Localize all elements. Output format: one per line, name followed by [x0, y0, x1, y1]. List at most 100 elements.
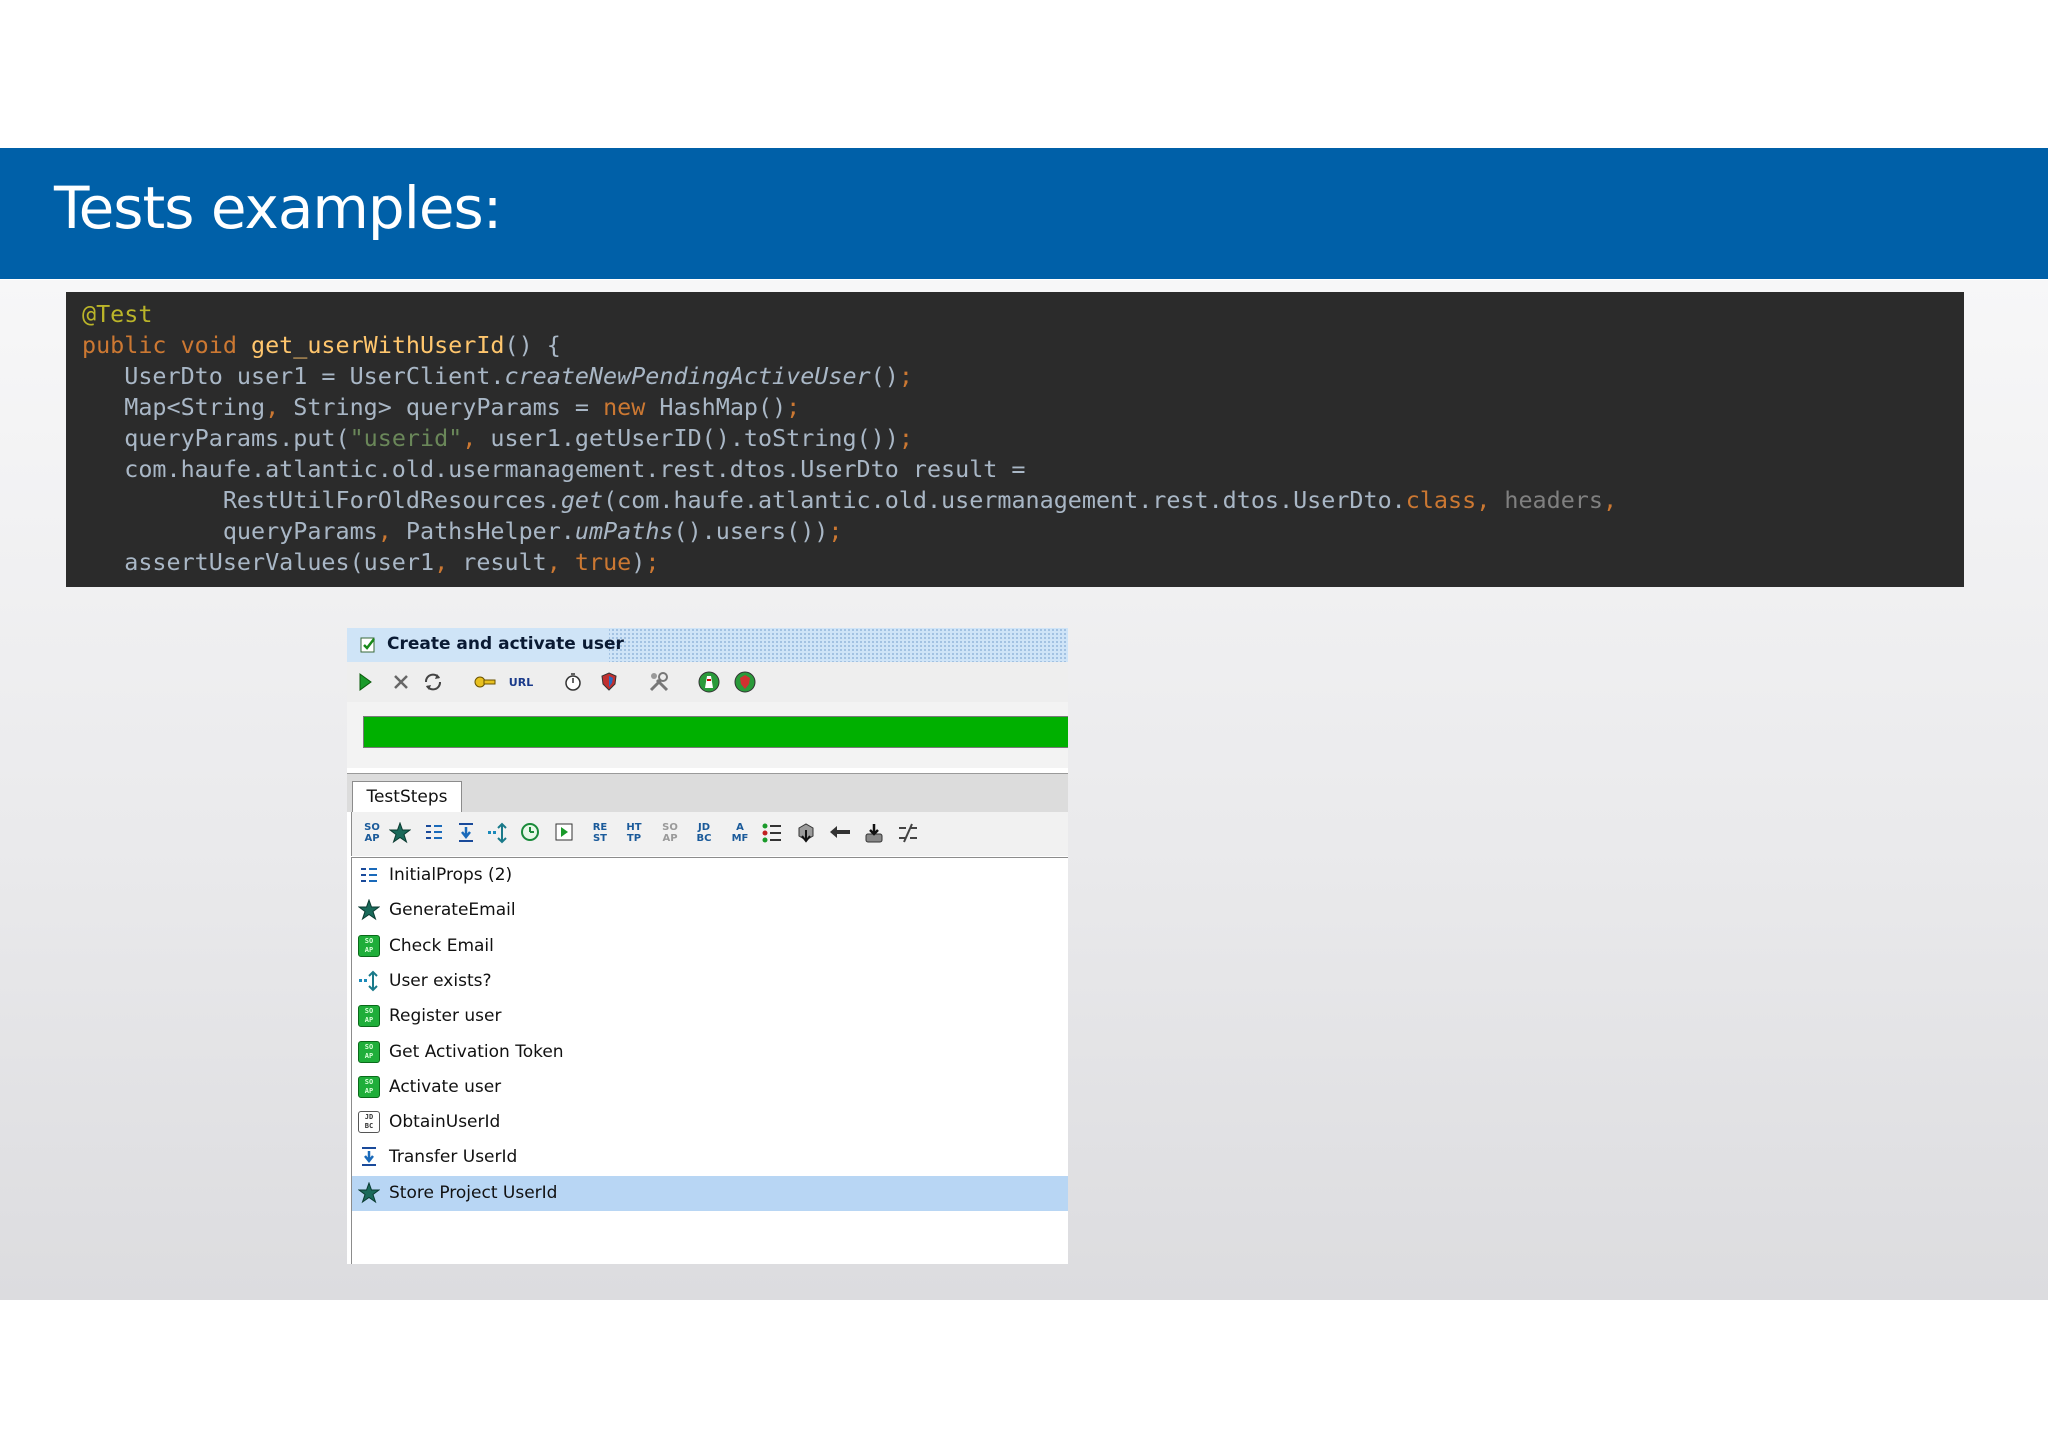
code-token: ,: [434, 548, 463, 576]
add-soap-step-icon[interactable]: SO AP: [360, 822, 384, 846]
teststep-label: GenerateEmail: [389, 900, 516, 921]
code-token: (com.haufe.atlantic.old.usermanagement.r…: [603, 486, 1406, 514]
code-token: get: [560, 486, 604, 514]
options-tools-icon[interactable]: [647, 670, 671, 694]
code-token: ;: [786, 393, 801, 421]
groovy-star-icon: [358, 1181, 380, 1204]
teststep-label: Check Email: [389, 935, 494, 956]
property-transfer-icon: [358, 1146, 380, 1168]
cancel-icon[interactable]: [389, 670, 413, 694]
code-token: (): [870, 362, 899, 390]
teststep-row[interactable]: SO AP Activate user: [352, 1070, 1068, 1105]
slide-title: Tests examples:: [54, 174, 502, 242]
add-receive-step-icon[interactable]: [862, 822, 886, 846]
timer-icon[interactable]: [561, 670, 585, 694]
url-icon[interactable]: URL: [509, 670, 533, 694]
code-line: assertUserValues(user1, result, true);: [82, 547, 659, 578]
teststep-row[interactable]: Transfer UserId: [352, 1140, 1068, 1175]
groovy-star-icon: [358, 899, 380, 921]
security-test-icon[interactable]: [733, 670, 757, 694]
code-token: ,: [265, 393, 294, 421]
teststep-row[interactable]: GenerateEmail: [352, 893, 1068, 928]
properties-icon: [358, 864, 380, 886]
teststep-label: Register user: [389, 1006, 502, 1027]
code-token: ,: [377, 517, 406, 545]
code-token: umPaths: [574, 517, 674, 545]
code-token: result: [462, 548, 547, 576]
add-conditional-icon[interactable]: [896, 822, 920, 846]
code-token: get_userWithUserId: [251, 331, 505, 359]
add-delay-step-icon[interactable]: [518, 822, 542, 846]
teststep-row[interactable]: SO AP Register user: [352, 999, 1068, 1034]
code-token: queryParams: [82, 517, 378, 545]
soapui-testcase-panel: Create and activate user URL TestSteps S…: [347, 628, 1068, 1264]
code-token: ,: [1476, 486, 1505, 514]
code-token: public void: [82, 331, 251, 359]
teststep-row[interactable]: JD BC ObtainUserId: [352, 1105, 1068, 1140]
code-token: com.haufe.atlantic.old.usermanagement.re…: [82, 455, 1026, 483]
code-token: assertUserValues(user1: [82, 548, 435, 576]
code-token: Map<String: [82, 393, 266, 421]
code-token: PathsHelper.: [405, 517, 575, 545]
tab-teststeps[interactable]: TestSteps: [352, 781, 462, 814]
code-token: @Test: [82, 300, 153, 328]
key-icon[interactable]: [473, 670, 497, 694]
add-run-testcase-step-icon[interactable]: [552, 822, 576, 846]
code-token: user1.getUserID().toString()): [490, 424, 899, 452]
add-manual-step-icon[interactable]: [794, 822, 818, 846]
add-groovy-step-icon[interactable]: [388, 821, 412, 846]
code-line: queryParams, PathsHelper.umPaths().users…: [82, 516, 843, 547]
code-token: String> queryParams =: [293, 393, 604, 421]
soap-request-icon: SO AP: [358, 1040, 380, 1063]
code-token: RestUtilForOldResources.: [82, 486, 561, 514]
teststeps-list: InitialProps (2) GenerateEmail SO AP Check E…: [351, 857, 1068, 1264]
loop-icon[interactable]: [421, 670, 445, 694]
code-token: createNewPendingActiveUser: [504, 362, 871, 390]
security-shield-icon[interactable]: [597, 670, 621, 694]
code-token: new: [603, 393, 660, 421]
code-line: public void get_userWithUserId() {: [82, 330, 561, 361]
teststep-row[interactable]: SO AP Get Activation Token: [352, 1035, 1068, 1070]
teststep-row[interactable]: InitialProps (2): [352, 858, 1068, 893]
teststep-row[interactable]: User exists?: [352, 964, 1068, 999]
code-token: UserDto user1 = UserClient.: [82, 362, 505, 390]
add-assertion-list-icon[interactable]: [760, 822, 784, 846]
add-properties-step-icon[interactable]: [422, 822, 446, 846]
jdbc-request-icon: JD BC: [358, 1111, 380, 1134]
progress-area: [347, 702, 1068, 768]
code-line: Map<String, String> queryParams = new Ha…: [82, 392, 800, 423]
teststep-row[interactable]: Store Project UserId: [352, 1175, 1068, 1211]
run-icon[interactable]: [353, 670, 377, 694]
conditional-goto-icon: [358, 970, 380, 992]
teststep-row[interactable]: SO AP Check Email: [352, 929, 1068, 964]
add-amf-step-icon[interactable]: A MF: [728, 822, 752, 846]
add-goto-step-icon[interactable]: [486, 822, 510, 846]
add-http-step-icon[interactable]: HT TP: [622, 822, 646, 846]
code-token: () {: [504, 331, 561, 359]
code-token: ;: [898, 362, 913, 390]
code-token: HashMap(): [659, 393, 787, 421]
code-token: ().users()): [673, 517, 829, 545]
teststep-label: ObtainUserId: [389, 1112, 501, 1133]
teststep-label: Activate user: [389, 1076, 502, 1097]
add-jdbc-step-icon[interactable]: JD BC: [692, 822, 716, 846]
code-token: class: [1405, 486, 1477, 514]
teststep-label: Transfer UserId: [389, 1147, 518, 1168]
code-token: true: [574, 548, 632, 576]
code-line: UserDto user1 = UserClient.createNewPend…: [82, 361, 913, 392]
code-block: @Test public void get_userWithUserId() { …: [66, 292, 1964, 587]
code-token: headers: [1504, 486, 1603, 514]
code-token: ;: [645, 548, 660, 576]
add-transfer-step-icon[interactable]: [454, 822, 478, 846]
teststep-label: Get Activation Token: [389, 1041, 564, 1062]
code-token: ;: [898, 424, 913, 452]
add-mock-response-step-icon[interactable]: SO AP: [658, 822, 682, 846]
code-token: ,: [1602, 486, 1618, 514]
code-line: queryParams.put("userid", user1.getUserI…: [82, 423, 913, 454]
add-jms-step-icon[interactable]: [828, 822, 852, 846]
code-line: RestUtilForOldResources.get(com.haufe.at…: [82, 485, 1617, 516]
progress-fill: [364, 717, 1068, 747]
add-rest-step-icon[interactable]: RE ST: [588, 822, 612, 846]
teststeps-toolbar: SO AP RE ST HT TP SO AP JD BC A MF: [351, 812, 1068, 856]
load-test-icon[interactable]: [697, 670, 721, 694]
